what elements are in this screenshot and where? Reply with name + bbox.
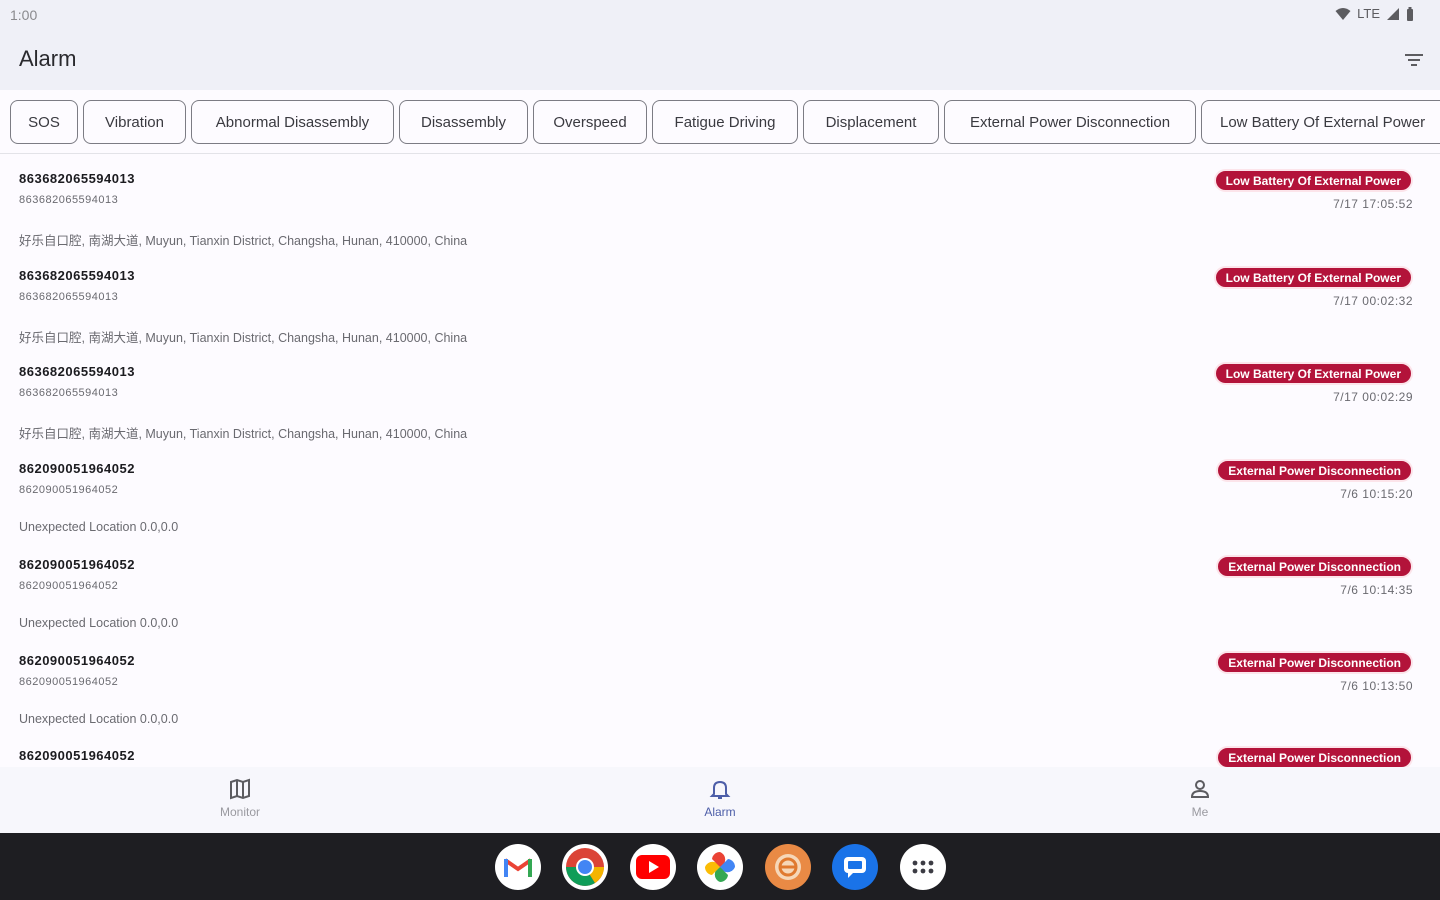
youtube-icon[interactable] — [630, 844, 676, 890]
alarm-imei: 862090051964052 — [19, 461, 135, 476]
alarm-address: 好乐自口腔, 南湖大道, Muyun, Tianxin District, Ch… — [19, 427, 468, 441]
alarm-address: 好乐自口腔, 南湖大道, Muyun, Tianxin District, Ch… — [19, 234, 468, 248]
person-icon — [1190, 780, 1210, 798]
alarm-imei: 862090051964052 — [19, 653, 135, 668]
bottom-navigation: Monitor Alarm Me — [0, 767, 1440, 833]
alarm-imei: 863682065594013 — [19, 268, 135, 283]
status-time: 1:00 — [10, 7, 38, 23]
app-icon[interactable] — [765, 844, 811, 890]
chip-disassembly[interactable]: Disassembly — [399, 100, 528, 144]
alarm-list-item[interactable]: 862090051964052 862090051964052 Unexpect… — [0, 541, 1440, 637]
messages-icon[interactable] — [832, 844, 878, 890]
chip-fatigue-driving[interactable]: Fatigue Driving — [652, 100, 798, 144]
bell-icon — [709, 780, 731, 799]
alarm-device-id: 862090051964052 — [19, 580, 119, 592]
network-label: LTE — [1357, 6, 1380, 21]
alarm-time: 7/6 10:13:50 — [1340, 679, 1413, 693]
alarm-imei: 862090051964052 — [19, 748, 135, 763]
alarm-type-badge: Low Battery Of External Power — [1213, 169, 1413, 192]
alarm-list: 863682065594013 863682065594013 好乐自口腔, 南… — [0, 155, 1440, 767]
alarm-type-badge: Low Battery Of External Power — [1213, 266, 1413, 289]
alarm-time: 7/17 00:02:32 — [1333, 294, 1413, 308]
map-icon — [230, 778, 250, 800]
nav-monitor[interactable]: Monitor — [180, 777, 300, 819]
alarm-time: 7/6 10:14:35 — [1340, 583, 1413, 597]
chip-overspeed[interactable]: Overspeed — [533, 100, 647, 144]
alarm-list-item[interactable]: 863682065594013 863682065594013 好乐自口腔, 南… — [0, 252, 1440, 348]
nav-alarm-label: Alarm — [704, 805, 736, 819]
signal-icon — [1387, 7, 1399, 20]
app-drawer-icon[interactable] — [900, 844, 946, 890]
alarm-type-badge: External Power Disconnection — [1216, 555, 1413, 578]
chip-displacement[interactable]: Displacement — [803, 100, 939, 144]
chrome-icon[interactable] — [562, 844, 608, 890]
alarm-list-item[interactable]: 862090051964052 862090051964052 Unexpect… — [0, 637, 1440, 733]
alarm-device-id: 863682065594013 — [19, 194, 119, 206]
alarm-type-badge: External Power Disconnection — [1216, 651, 1413, 674]
nav-alarm[interactable]: Alarm — [660, 777, 780, 819]
nav-me-label: Me — [1191, 805, 1209, 819]
alarm-address: Unexpected Location 0.0,0.0 — [19, 616, 179, 630]
alarm-type-badge: Low Battery Of External Power — [1213, 362, 1413, 385]
chip-external-power-disconnection[interactable]: External Power Disconnection — [944, 100, 1196, 144]
page-title: Alarm — [19, 46, 77, 71]
alarm-device-id: 863682065594013 — [19, 291, 119, 303]
gmail-icon[interactable] — [495, 844, 541, 890]
alarm-list-item[interactable]: 862090051964052 External Power Disconnec… — [0, 732, 1440, 767]
alarm-imei: 863682065594013 — [19, 364, 135, 379]
alarm-imei: 863682065594013 — [19, 171, 135, 186]
alarm-imei: 862090051964052 — [19, 557, 135, 572]
taskbar — [0, 833, 1440, 900]
alarm-type-badge: External Power Disconnection — [1216, 746, 1413, 767]
photos-icon[interactable] — [697, 844, 743, 890]
alarm-list-item[interactable]: 863682065594013 863682065594013 好乐自口腔, 南… — [0, 348, 1440, 444]
alarm-list-item[interactable]: 863682065594013 863682065594013 好乐自口腔, 南… — [0, 155, 1440, 251]
status-icons: LTE — [1335, 6, 1414, 21]
status-bar: 1:00 LTE — [0, 0, 1440, 30]
alarm-device-id: 862090051964052 — [19, 484, 119, 496]
alarm-device-id: 862090051964052 — [19, 676, 119, 688]
alarm-address: Unexpected Location 0.0,0.0 — [19, 520, 179, 534]
chip-low-battery-external-power[interactable]: Low Battery Of External Power — [1201, 100, 1440, 144]
chip-abnormal-disassembly[interactable]: Abnormal Disassembly — [191, 100, 394, 144]
battery-icon — [1407, 6, 1413, 21]
app-bar: Alarm — [0, 30, 1440, 90]
filter-icon[interactable] — [1402, 48, 1426, 72]
alarm-list-item[interactable]: 862090051964052 862090051964052 Unexpect… — [0, 445, 1440, 541]
alarm-type-badge: External Power Disconnection — [1216, 459, 1413, 482]
alarm-time: 7/6 10:15:20 — [1340, 487, 1413, 501]
alarm-type-chips: SOS Vibration Abnormal Disassembly Disas… — [0, 90, 1440, 154]
alarm-time: 7/17 17:05:52 — [1333, 197, 1413, 211]
chip-sos[interactable]: SOS — [10, 100, 78, 144]
wifi-icon — [1335, 7, 1351, 20]
alarm-address: Unexpected Location 0.0,0.0 — [19, 712, 179, 726]
alarm-time: 7/17 00:02:29 — [1333, 390, 1413, 404]
nav-me[interactable]: Me — [1140, 777, 1260, 819]
alarm-device-id: 863682065594013 — [19, 387, 119, 399]
alarm-address: 好乐自口腔, 南湖大道, Muyun, Tianxin District, Ch… — [19, 331, 468, 345]
chip-vibration[interactable]: Vibration — [83, 100, 186, 144]
nav-monitor-label: Monitor — [219, 805, 260, 819]
